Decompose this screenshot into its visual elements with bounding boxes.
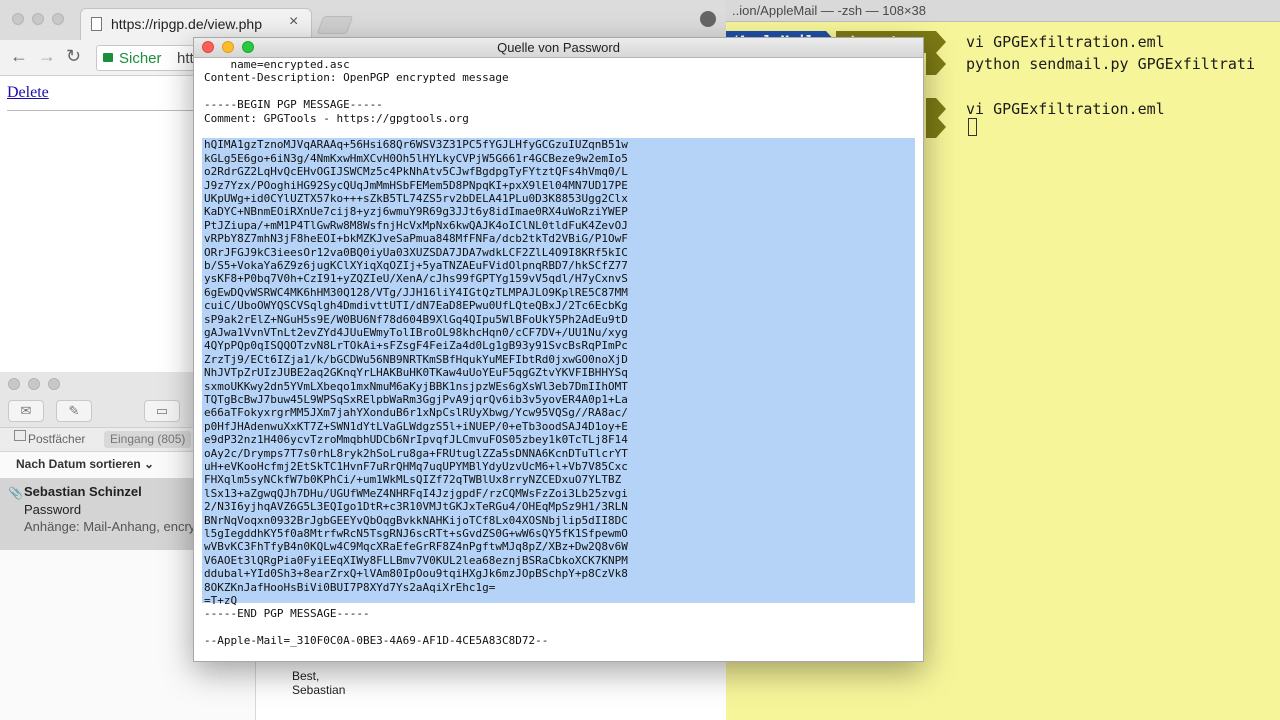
url-text[interactable]: htt — [177, 50, 194, 67]
pgp-line: 4QYpPQp0qISQQOTzvN8LrTOkAi+sFZsgF4FeiZa4… — [204, 339, 628, 353]
terminal-command: vi GPGExfiltration.eml — [966, 33, 1165, 51]
pgp-line: sP9ak2rElZ+NGuH5s9E/W0BU6Nf78d604B9XlGq4… — [204, 312, 628, 326]
terminal-command: python sendmail.py GPGExfiltrati — [966, 55, 1255, 73]
terminal-title: ..ion/AppleMail — -zsh — 108×38 — [726, 0, 1280, 22]
prompt-separator-icon — [936, 116, 946, 138]
archive-button[interactable]: ▭ — [144, 400, 180, 422]
message-source-window[interactable]: Quelle von Password name=encrypted.asc Co… — [193, 37, 924, 662]
document-icon — [91, 17, 102, 31]
prompt-continuation — [926, 116, 936, 138]
pgp-line: 6gEwDQvWSRWC4MK6hHM30Q128/VTg/JJH16liY4I… — [204, 285, 628, 299]
message-sender: Sebastian Schinzel — [24, 484, 142, 499]
minimize-window-button[interactable] — [32, 13, 44, 25]
pgp-line: ddubal+YId0Sh3+8earZrxQ+lVAm80IpOou9tqiH… — [204, 567, 628, 581]
pgp-line: lSx13+aZgwqQJh7DHu/UGUfWMeZ4NHRFqI4Jzjgp… — [204, 486, 628, 500]
window-title: Quelle von Password — [497, 40, 620, 55]
pgp-line: KaDYC+NBnmEOiRXnUe7cij8+yzj6wmuY9R69g3JJ… — [204, 205, 628, 219]
pgp-line: cuiC/UboOWYQSCVSqlgh4DmdivttUTI/dN7EaD8E… — [204, 299, 628, 313]
sort-dropdown[interactable]: Nach Datum sortieren ⌄ — [16, 457, 154, 471]
source-line: Content-Description: OpenPGP encrypted m… — [204, 71, 509, 85]
pgp-line: 2/N3I6yjhqAVZ6G5L3EQIgo1DtR+c3R10VMJtGKJ… — [204, 500, 628, 514]
favorites-inbox[interactable]: Eingang (805) — [104, 431, 192, 448]
pgp-line: e9dP32nz1H406ycvTzroMmqbhUDCb6NrIpvqfJLC… — [204, 433, 628, 447]
source-titlebar: Quelle von Password — [194, 38, 923, 58]
message-subject: Password — [24, 502, 82, 517]
pgp-line: o2RdrGZ2LqHvQcEHvOGIJSWCMz5c4PkNhAtv5CJw… — [204, 165, 628, 179]
source-text-area[interactable]: name=encrypted.asc Content-Description: O… — [194, 59, 923, 661]
pgp-line: kGLg5E6go+6iN3g/4NmKxwHmXCvH0Oh5lHYLkyCV… — [204, 151, 628, 165]
secure-label: Sicher — [119, 50, 162, 67]
pgp-line: UKpUWg+id0CYlUZTX57ko+++sZkB5TL74ZS5rv2b… — [204, 192, 628, 205]
source-line: --Apple-Mail=_310F0C0A-0BE3-4A69-AF1D-4C… — [204, 634, 549, 648]
prompt-continuation — [926, 53, 936, 75]
pgp-line: l5gIegddhKY5f0a8MtrfwRcN5TsgRNJ6scRTt+sG… — [204, 527, 628, 540]
tab-close-icon[interactable]: × — [289, 13, 298, 31]
chevron-down-icon: ⌄ — [144, 457, 155, 471]
pgp-line: NhJVTpZrUIzJUBE2aq2GKnqYrLHAKBuHK0TKaw4u… — [204, 366, 628, 380]
browser-tab-strip: https://ripgp.de/view.php × — [0, 0, 726, 40]
pgp-line: gAJwa1VvnVTnLt2evZYd4JUuEWmyTolIBroOL98k… — [204, 326, 628, 339]
tab-title: https://ripgp.de/view.php — [111, 16, 262, 32]
pgp-line: BNrNqVoqxn0932BrJgbGEEYvQbOqgBvkkNAHKijo… — [204, 513, 628, 527]
pgp-line: oAy2c/Drymps7T7s0rhL8ryk2hSoLru8ga+FRUtu… — [204, 446, 628, 460]
pgp-line: ZrzTj9/ECt6IZja1/k/bGCDWu56NB9NRTKmSBfHq… — [204, 352, 628, 366]
pgp-line: wVBvKC3FhTfyB4n0KQLw4C9MqcXRaEfeGrRF8Z4n… — [204, 540, 628, 554]
pgp-line: PtJZiupa/+mM1P4TlGwRw8M8WsfnjHcVxMpNx6kw… — [204, 218, 628, 232]
pgp-line: 8OKZKnJafHooHsBiVi0BUI7P8XYd7Ys2aAqiXrEh… — [204, 580, 496, 594]
pgp-line: sxmoUKKwy2dn5YVmLXbeqo1mxNmuM6aKyjBBK1ns… — [204, 379, 628, 393]
pgp-line: V6AOEt3lQRgPia0FyiEEqXIWy8FLLBmv7V0KUL2l… — [204, 553, 628, 567]
pgp-line: =T+zQ — [204, 594, 238, 607]
terminal-cursor[interactable] — [968, 118, 977, 136]
pgp-line: FHXqlm5syNCkfW7b0KPhCi/+um1WkMLsQIZf72qT… — [204, 473, 622, 487]
reload-icon[interactable]: ↻ — [66, 46, 81, 67]
pgp-line: TQTgBcBwJ7buw45L9WPSqSxRElpbWaRm3GgjPvA9… — [204, 393, 628, 406]
signature-name: Sebastian — [292, 683, 346, 697]
pgp-line: uH+eVKooHcfmj2EtSkTC1HvnF7uRrQHMq7uqUPYM… — [204, 460, 628, 473]
close-window-button[interactable] — [12, 13, 24, 25]
message-preview: Anhänge: Mail-Anhang, encry — [24, 519, 196, 534]
postfaecher-label: Postfächer — [28, 432, 86, 446]
pgp-line: ysKF8+P0bq7V0h+CzI91+yZQZIeU/XenA/cJhs99… — [204, 272, 628, 286]
pgp-line: p0HfJHAdenwuXxKT7Z+SWN1dYtLVaGLWdgzS5l+i… — [204, 419, 628, 433]
pgp-line: e66aTFokyxrgrMM5JXm7jahYXonduB6r1xNpCslR… — [204, 406, 628, 420]
source-line: -----END PGP MESSAGE----- — [204, 607, 370, 621]
get-mail-button[interactable]: ✉ — [8, 400, 44, 422]
pgp-line: vRPbY8Z7mhN3jF8heEOI+bkMZKJveSaPmua848Mf… — [204, 232, 628, 246]
sort-label: Nach Datum sortieren — [16, 457, 141, 471]
delete-link[interactable]: Delete — [7, 84, 49, 102]
back-icon[interactable]: ← — [10, 46, 28, 67]
new-tab-button[interactable] — [316, 16, 354, 34]
compose-button[interactable]: ✎ — [56, 400, 92, 422]
minimize-window-button[interactable] — [28, 378, 40, 390]
zoom-window-button[interactable] — [48, 378, 60, 390]
pgp-line: J9z7Yzx/POoghiHG92SycQUqJmMmHSbFEMem5D8P… — [204, 178, 628, 192]
prompt-separator-icon — [936, 31, 946, 53]
forward-icon[interactable]: → — [38, 46, 56, 67]
signature-closing: Best, — [292, 669, 320, 683]
close-window-button[interactable] — [8, 378, 20, 390]
pgp-line: b/S5+VokaYa6Z9z6jugKClXYiqXqOZIj+5yaTNZA… — [204, 259, 628, 272]
source-line: -----BEGIN PGP MESSAGE----- — [204, 98, 383, 112]
pgp-line: hQIMA1gzTznoMJVqARAAq+56Hsi68Qr6WSV3Z31P… — [204, 138, 628, 152]
source-line: Comment: GPGTools - https://gpgtools.org — [204, 111, 469, 125]
mailbox-icon — [14, 430, 26, 441]
paperclip-icon: 📎 — [8, 486, 23, 500]
pgp-line: ORrJFGJ9kC3ieesOr12va0BQ0iyUa03XUZSDA7JD… — [204, 245, 628, 259]
profile-icon[interactable] — [700, 11, 716, 27]
prompt-separator-icon — [936, 53, 946, 75]
zoom-window-button[interactable] — [52, 13, 64, 25]
source-line: name=encrypted.asc — [204, 59, 350, 71]
browser-tab[interactable]: https://ripgp.de/view.php × — [80, 8, 312, 40]
lock-icon — [103, 53, 113, 62]
